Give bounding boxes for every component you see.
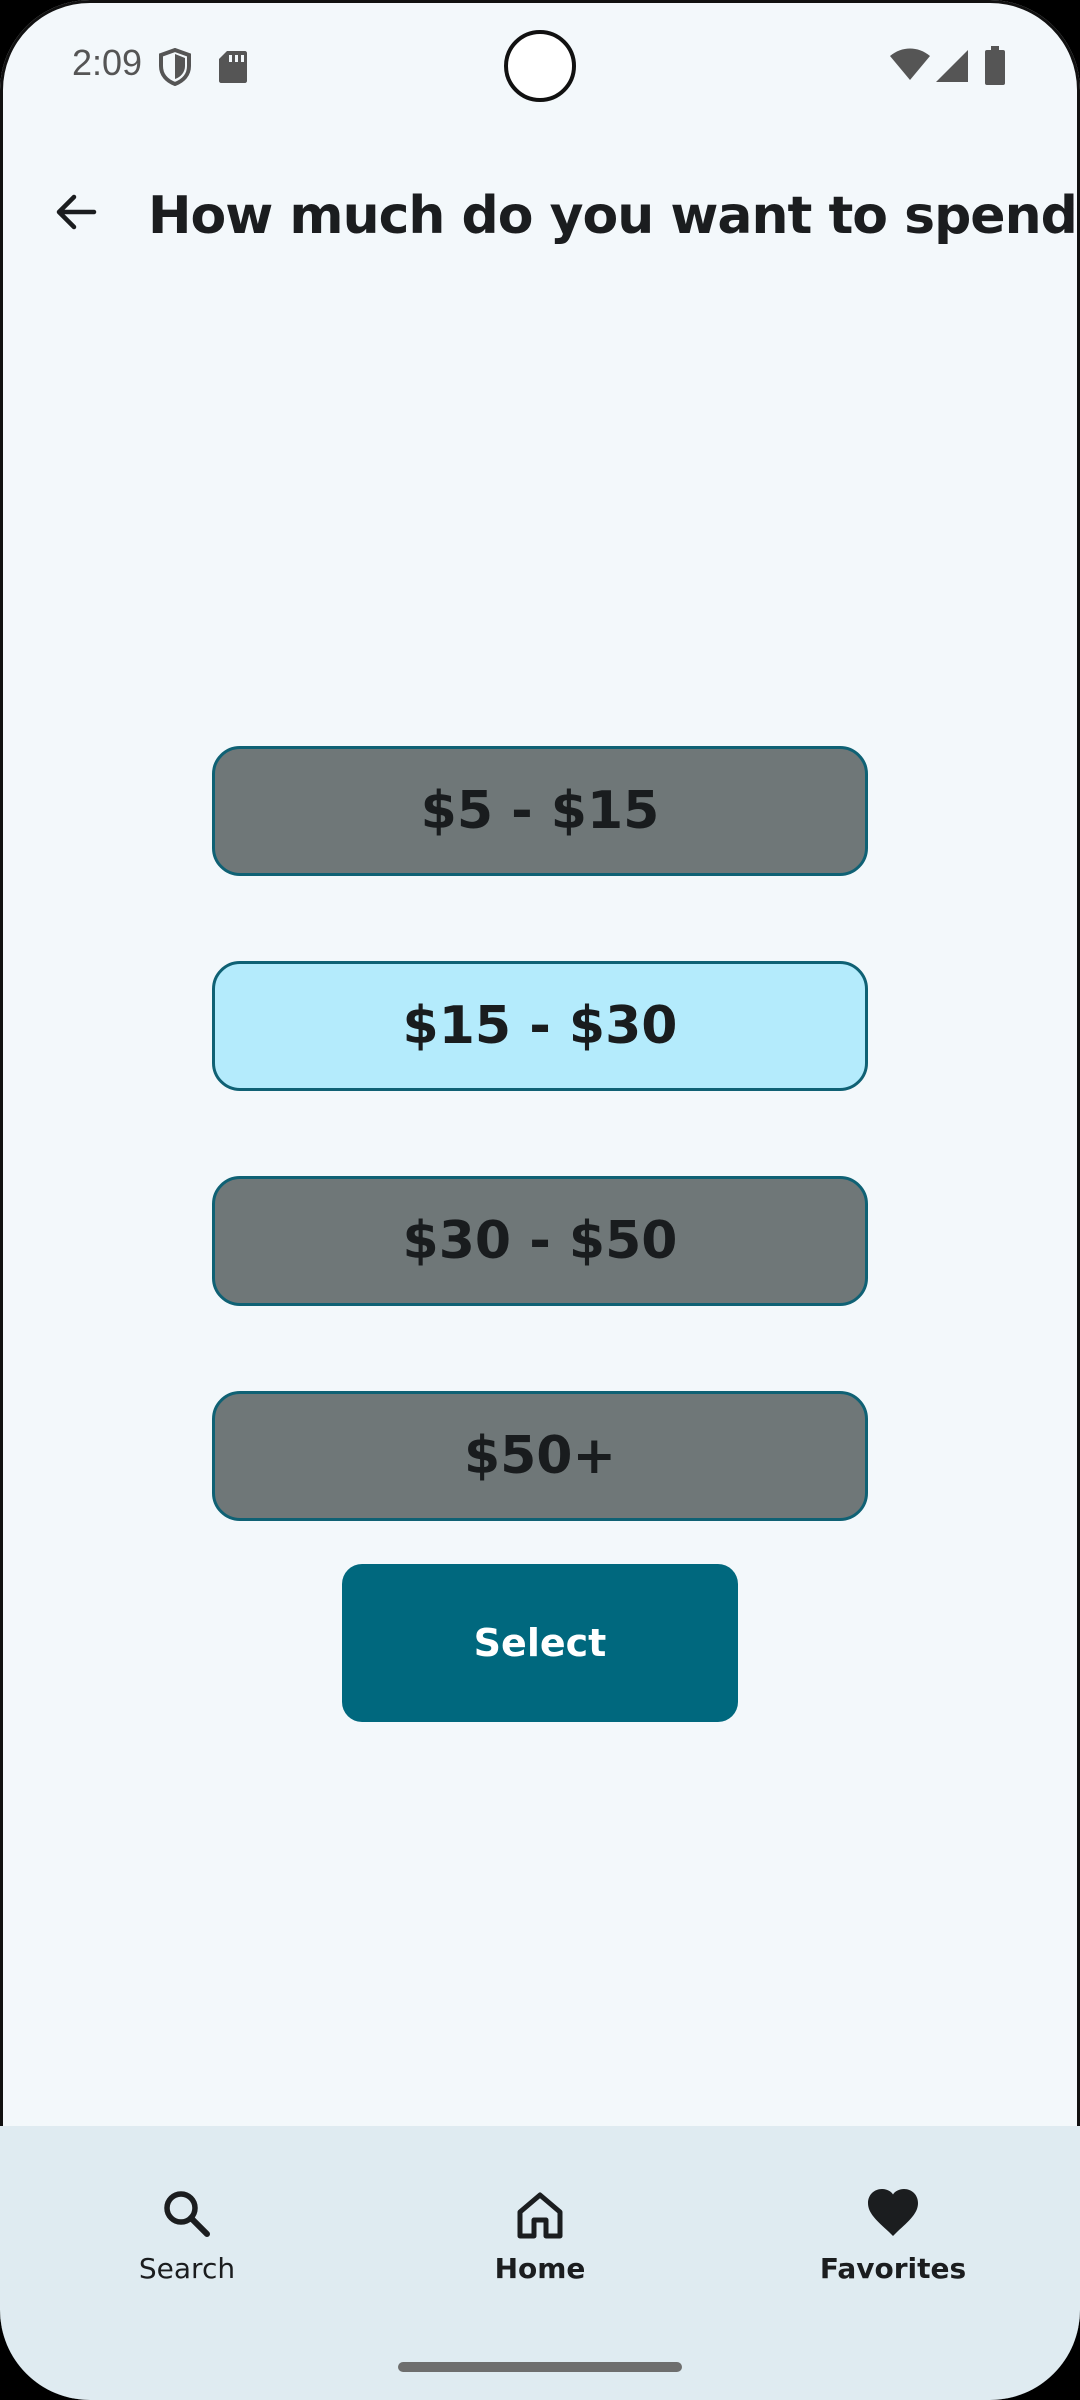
nav-item-favorites[interactable]: Favorites: [763, 2186, 1023, 2306]
signal-icon: [936, 50, 968, 82]
option-30-50[interactable]: $30 - $50: [212, 1176, 868, 1306]
option-5-15[interactable]: $5 - $15: [212, 746, 868, 876]
app-screen: 2:09 How much do you want to spend? $5 -…: [0, 0, 1080, 2400]
home-icon: [517, 2192, 563, 2239]
status-bar: 2:09: [0, 0, 1080, 130]
camera-cutout: [504, 30, 576, 102]
heart-icon: [868, 2189, 918, 2236]
nav-item-home[interactable]: Home: [410, 2186, 670, 2306]
wifi-icon: [890, 48, 930, 80]
page-title: How much do you want to spend?: [148, 186, 1080, 246]
nav-label-search: Search: [138, 2252, 236, 2285]
shield-icon: [159, 48, 191, 86]
option-15-30[interactable]: $15 - $30: [212, 961, 868, 1091]
nav-item-search[interactable]: Search: [57, 2186, 317, 2306]
home-indicator[interactable]: [398, 2362, 682, 2372]
arrow-back-icon: [56, 194, 97, 230]
option-50-plus[interactable]: $50+: [212, 1391, 868, 1521]
nav-label-favorites: Favorites: [819, 2252, 967, 2285]
search-icon: [164, 2191, 210, 2237]
nav-label-home: Home: [494, 2252, 586, 2285]
sd-card-icon: [219, 51, 247, 83]
bottom-navigation: Search Home Favorites: [0, 2126, 1080, 2400]
select-button[interactable]: Select: [342, 1564, 738, 1722]
status-time: 2:09: [72, 42, 143, 83]
battery-icon: [985, 46, 1005, 85]
back-button[interactable]: [40, 176, 112, 248]
